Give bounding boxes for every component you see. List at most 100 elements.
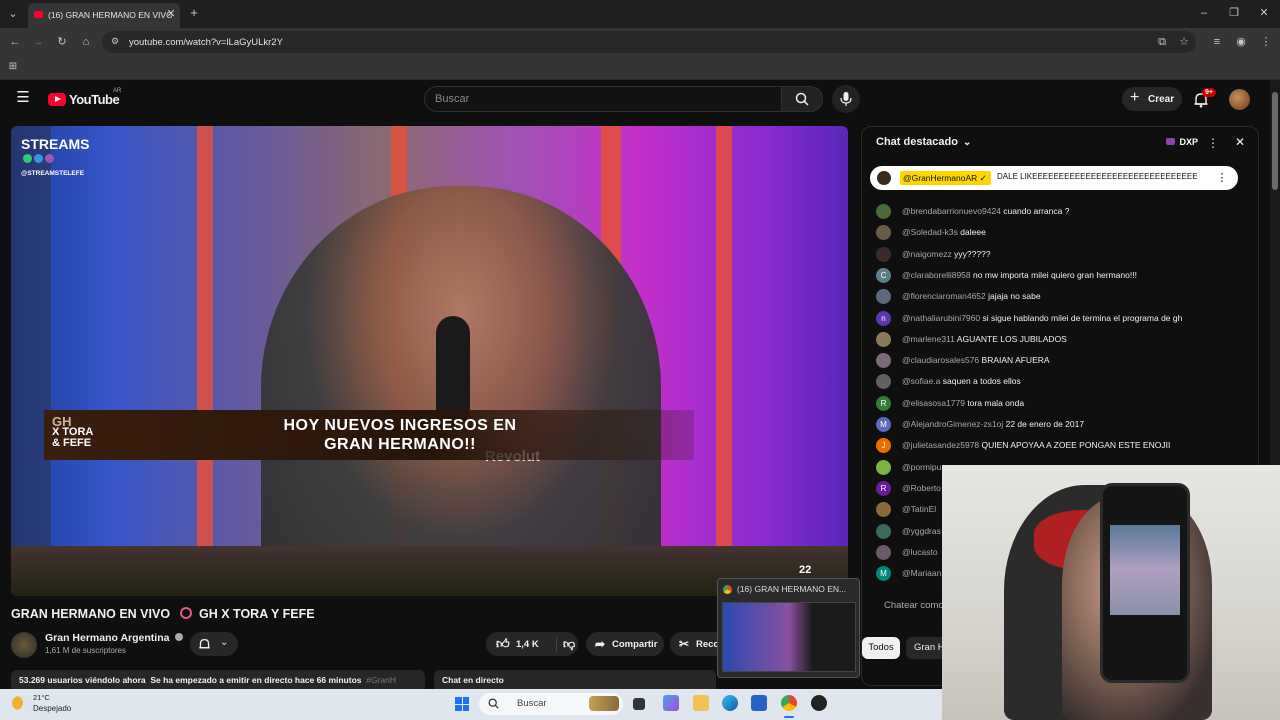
reload-icon[interactable]: ↻ [55,36,69,48]
pinned-more-icon[interactable]: ⋮ [1215,172,1229,184]
dxp-badge[interactable]: DXP [1162,135,1202,151]
profile-icon[interactable]: ◉ [1234,36,1248,48]
chrome-icon[interactable] [781,695,797,711]
chat-author-avatar[interactable] [876,374,891,390]
chat-author-avatar[interactable] [876,289,891,305]
chat-author-name[interactable]: @julietasandez5978 [902,440,979,450]
chat-author-name[interactable]: @claraborelli8958 [902,270,971,280]
share-button[interactable]: ➦ Compartir [586,632,664,656]
search-button[interactable] [781,86,823,112]
copilot-icon[interactable] [663,695,679,711]
chat-author-avatar[interactable] [876,502,891,518]
chat-message[interactable]: n @nathaliarubini7960 si sigue hablando m… [876,310,1246,330]
notifications-button[interactable]: 9+ [1192,88,1216,110]
chat-message[interactable]: C @claraborelli8958 no mw importa milei q… [876,267,1246,287]
taskbar-search[interactable]: Buscar [479,693,623,715]
back-icon[interactable]: ← [8,36,22,48]
chat-author-avatar[interactable]: M [876,417,891,432]
chat-author-avatar[interactable]: J [876,438,891,454]
description-box[interactable]: 53.269 usuarios viéndolo ahora Se ha emp… [11,670,425,690]
chat-author-name[interactable]: @brendabarrionuevo9424 [902,206,1001,216]
chat-author-avatar[interactable] [876,331,891,347]
chat-author-avatar[interactable] [876,544,891,560]
youtube-logo[interactable]: YouTube AR [48,88,121,108]
thumbs-down-icon[interactable]: 👎︎ [556,637,575,652]
apps-grid-icon[interactable]: ⊞ [6,61,20,73]
close-window-icon[interactable]: ✕ [1257,7,1271,19]
chat-author-avatar[interactable] [876,246,891,262]
minimize-icon[interactable]: – [1197,7,1211,19]
search-input[interactable]: Buscar [424,86,782,112]
windows-start-icon[interactable] [455,697,469,711]
chat-author-avatar[interactable]: C [876,267,891,283]
obs-icon[interactable] [811,695,827,711]
voice-search-button[interactable] [832,85,860,113]
new-tab-icon[interactable]: + [187,6,201,19]
scrollbar-thumb[interactable] [1272,92,1278,190]
like-button[interactable]: 👍︎ 1,4 K 👎︎ [486,632,578,656]
user-avatar[interactable] [1229,89,1250,110]
chat-message[interactable]: R @elisasosa1779 tora mala onda [876,395,1246,415]
chat-author-avatar[interactable]: n [876,310,891,326]
chat-author-name[interactable]: @pormipu [902,462,941,472]
close-chat-icon[interactable]: ✕ [1233,136,1247,148]
chat-author-name[interactable]: @elisasosa1779 [902,398,965,408]
create-button[interactable]: + Crear [1122,87,1182,111]
chat-message[interactable]: @marlene311 AGUANTE LOS JUBILADOS [876,331,1246,351]
pinned-author-chip[interactable]: @GranHermanoAR ✓ [900,171,991,185]
chat-mode-selector[interactable]: Chat destacado ⌄ [876,136,971,148]
hashtag-link[interactable]: #GranH [366,675,396,685]
browser-tab[interactable]: (16) GRAN HERMANO EN VIVO [28,3,180,28]
home-icon[interactable]: ⌂ [79,36,93,48]
chat-author-name[interactable]: @sofiae.a [902,376,940,386]
chat-author-avatar[interactable] [876,523,891,539]
weather-moon-icon[interactable] [12,696,26,710]
close-tab-icon[interactable]: ✕ [164,8,178,20]
chat-more-icon[interactable]: ⋮ [1206,137,1220,149]
hamburger-menu-icon[interactable]: ☰ [16,90,30,105]
menu-kebab-icon[interactable]: ⋮ [1259,36,1273,48]
maximize-icon[interactable]: ❐ [1227,7,1241,19]
file-explorer-icon[interactable] [693,695,709,711]
tab-search-icon[interactable]: ⌄ [6,8,20,20]
address-bar[interactable]: ⚙ youtube.com/watch?v=lLaGyULkr2Y [102,31,1196,53]
subscription-bell-button[interactable]: ⌄ [190,632,238,656]
chat-author-avatar[interactable]: M [876,566,891,582]
chat-message[interactable]: @claudiarosales576 BRAIAN AFUERA [876,352,1246,372]
chat-message[interactable]: @florenciaroman4652 jajaja no sabe [876,288,1246,308]
chip-gran-hermano[interactable]: Gran H [906,637,946,659]
chat-author-name[interactable]: @naigomezz [902,249,952,259]
channel-avatar[interactable] [11,632,37,658]
chip-all[interactable]: Todos [862,637,900,659]
chat-author-name[interactable]: @Soledad-k3s [902,227,958,237]
chat-message[interactable]: M @AlejandroGimenez-zs1oj 22 de enero de … [876,416,1246,436]
bookmark-star-icon[interactable]: ☆ [1177,36,1191,48]
chat-message[interactable]: @sofiae.a saquen a todos ellos [876,373,1246,393]
playlist-icon[interactable]: ≡ [1210,36,1224,48]
chat-author-avatar[interactable] [876,204,891,219]
chat-author-name[interactable]: @yggdras [902,526,941,536]
chat-message[interactable]: J @julietasandez5978 QUIEN APOYAA A ZOEE … [876,437,1246,457]
chat-author-name[interactable]: @nathaliarubini7960 [902,313,980,323]
chat-author-name[interactable]: @claudiarosales576 [902,355,979,365]
forward-icon[interactable]: → [31,36,45,48]
edge-icon[interactable] [722,695,738,711]
chat-author-avatar[interactable] [876,225,891,241]
chat-author-name[interactable]: @marlene311 [902,334,955,344]
chat-author-name[interactable]: @Mariaan [902,568,941,578]
chat-message[interactable]: @Soledad-k3s daleee [876,224,1246,244]
chat-author-avatar[interactable]: R [876,395,891,411]
install-icon[interactable]: ⧉ [1155,36,1169,48]
chat-author-name[interactable]: @lucasto [902,547,938,557]
chat-author-avatar[interactable] [876,459,891,475]
store-icon[interactable] [751,695,767,711]
chat-author-name[interactable]: @florenciaroman4652 [902,291,986,301]
chat-author-name[interactable]: @AlejandroGimenez-zs1oj [902,419,1003,429]
site-info-icon[interactable]: ⚙ [111,36,119,47]
chat-author-name[interactable]: @Roberto [902,483,941,493]
chat-input[interactable]: Chatear como [876,594,946,618]
chat-author-avatar[interactable] [876,353,891,369]
chat-author-avatar[interactable]: R [876,480,891,496]
task-view-icon[interactable] [633,698,645,710]
chat-message[interactable]: @brendabarrionuevo9424 cuando arranca ? [876,203,1246,223]
